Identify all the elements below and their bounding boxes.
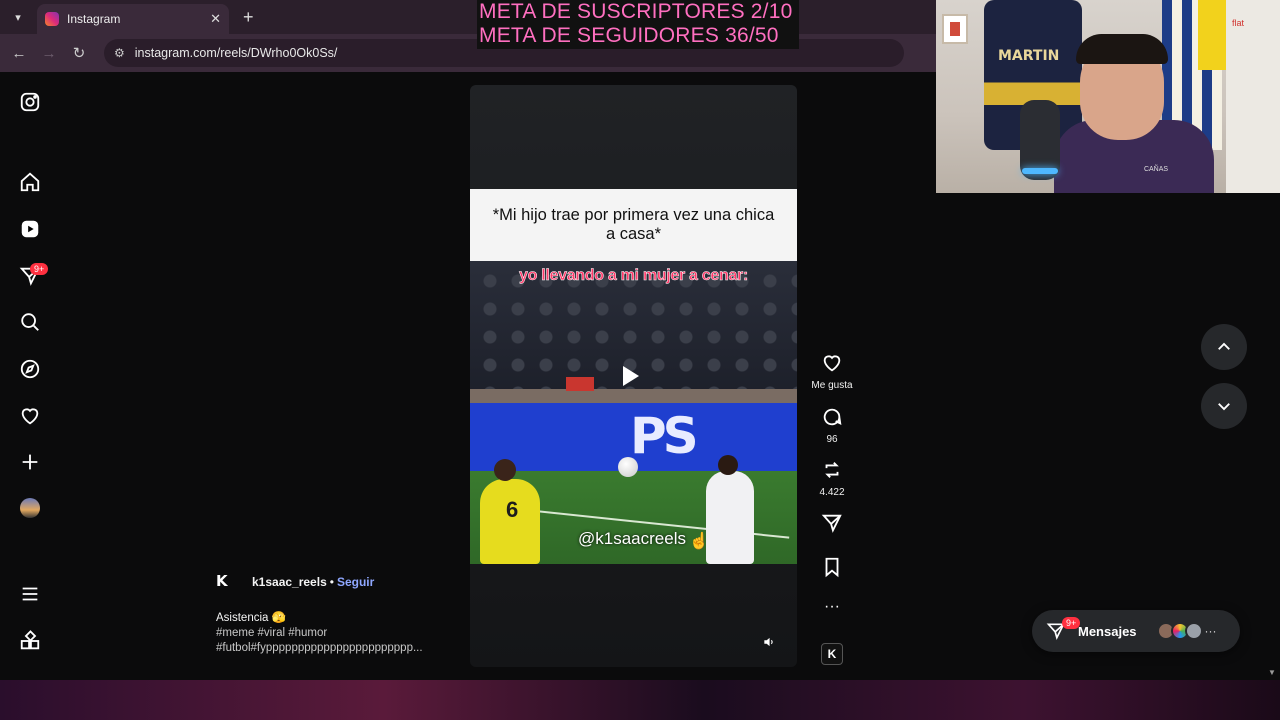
webcam-feed: MARTIN flat CAÑAS: [936, 0, 1280, 193]
follower-goal: META DE SEGUIDORES 36/50: [479, 24, 779, 47]
follow-button[interactable]: Seguir: [337, 575, 374, 589]
browser-tab[interactable]: Instagram ✕: [37, 4, 229, 34]
messages-badge: 9+: [1062, 617, 1081, 629]
messages-button[interactable]: 9+ Mensajes ···: [1032, 610, 1240, 652]
subscriber-goal: META DE SUSCRIPTORES 2/10: [479, 0, 793, 23]
reel-caption-box: *Mi hijo trae por primera vez una chica …: [470, 189, 797, 261]
reel-caption: *Mi hijo trae por primera vez una chica …: [492, 206, 775, 243]
back-icon[interactable]: ←: [4, 45, 34, 62]
author-username[interactable]: k1saac_reels: [252, 575, 327, 589]
url-text: instagram.com/reels/DWrho0Ok0Ss/: [134, 46, 338, 60]
reels-icon[interactable]: [18, 217, 42, 241]
close-tab-icon[interactable]: ✕: [210, 11, 221, 27]
jersey-name: MARTIN: [998, 48, 1060, 64]
reload-icon[interactable]: ↻: [64, 44, 94, 62]
yellow-player: 6: [480, 459, 540, 564]
chevron-down-icon: [1218, 403, 1230, 411]
heart-icon: [823, 355, 841, 372]
description-title: Asistencia 🫣: [216, 612, 286, 624]
video-overlay-text: yo llevando a mi mujer a cenar:: [518, 267, 749, 285]
separator-dot: •: [329, 575, 334, 589]
notification-badge: 9+: [30, 263, 49, 275]
tab-search-icon[interactable]: ▾: [5, 6, 31, 28]
share-icon: [821, 514, 842, 533]
author-logo[interactable]: K: [216, 572, 242, 592]
like-label: Me gusta: [811, 380, 853, 391]
repost-count: 4.422: [819, 487, 845, 498]
chevron-up-icon: [1218, 342, 1230, 350]
reel-description[interactable]: Asistencia 🫣 #meme #viral #humor #futbol…: [216, 611, 456, 656]
audio-author-thumb[interactable]: K: [821, 643, 843, 665]
video-watermark: @k1saacreels: [578, 529, 686, 548]
new-tab-icon[interactable]: +: [243, 7, 254, 28]
messages-avatars: [1156, 622, 1203, 640]
explore-icon[interactable]: [18, 357, 42, 381]
play-icon[interactable]: [623, 366, 639, 386]
description-tags: #meme #viral #humor #futbol#fypppppppppp…: [216, 627, 423, 654]
reel-player[interactable]: *Mi hijo trae por primera vez una chica …: [470, 85, 797, 667]
screen: ▾ Instagram ✕ + ← → ↻ ⚙ instagram.com/re…: [0, 0, 1280, 720]
menu-icon[interactable]: [18, 582, 42, 606]
home-icon[interactable]: [18, 170, 42, 194]
repost-button[interactable]: 4.422: [808, 459, 856, 498]
reel-author: K k1saac_reels • Seguir: [216, 572, 374, 592]
share-button[interactable]: [808, 512, 856, 539]
jersey-number: 6: [506, 497, 519, 522]
microphone-light: [1022, 168, 1058, 174]
more-options-icon[interactable]: ···: [808, 598, 856, 616]
more-apps-icon[interactable]: [18, 629, 42, 653]
more-icon: ···: [1204, 624, 1217, 638]
forward-icon[interactable]: →: [34, 45, 64, 62]
football-ball: [618, 457, 638, 477]
notifications-heart-icon[interactable]: [18, 404, 42, 428]
instagram-sidebar: 9+: [0, 72, 60, 680]
avatar: [1184, 622, 1203, 640]
instagram-logo-icon[interactable]: [18, 90, 42, 114]
repost-icon: [825, 462, 839, 478]
create-icon[interactable]: [18, 450, 42, 474]
hand-cursor-icon: ☝: [689, 533, 709, 550]
streamer: CAÑAS: [1054, 34, 1214, 193]
comment-button[interactable]: 96: [808, 406, 856, 445]
instagram-favicon-icon: [45, 12, 59, 26]
comment-icon: [823, 408, 842, 426]
tab-title: Instagram: [67, 12, 121, 26]
messages-label: Mensajes: [1078, 623, 1137, 639]
stream-goal-overlay: META DE SUSCRIPTORES 2/10 META DE SEGUID…: [477, 0, 799, 49]
previous-reel-button[interactable]: [1201, 324, 1247, 370]
profile-avatar[interactable]: [20, 498, 40, 518]
comment-count: 96: [826, 434, 838, 445]
save-button[interactable]: [808, 556, 856, 583]
wall-frame: [942, 14, 968, 44]
bookmark-icon: [825, 557, 839, 578]
scrollbar-down-icon[interactable]: ▼: [1268, 668, 1276, 677]
next-reel-button[interactable]: [1201, 383, 1247, 429]
stream-bottom-strip: [0, 680, 1280, 720]
volume-icon[interactable]: [762, 635, 780, 653]
search-icon[interactable]: [18, 310, 42, 334]
white-player: [706, 455, 754, 564]
white-jersey: flat: [1226, 0, 1280, 193]
reel-video[interactable]: PS 6 yo llevando a mi mujer a cenar: @k1…: [470, 261, 797, 564]
site-info-icon[interactable]: ⚙: [114, 46, 125, 60]
like-button[interactable]: Me gusta: [808, 352, 856, 391]
